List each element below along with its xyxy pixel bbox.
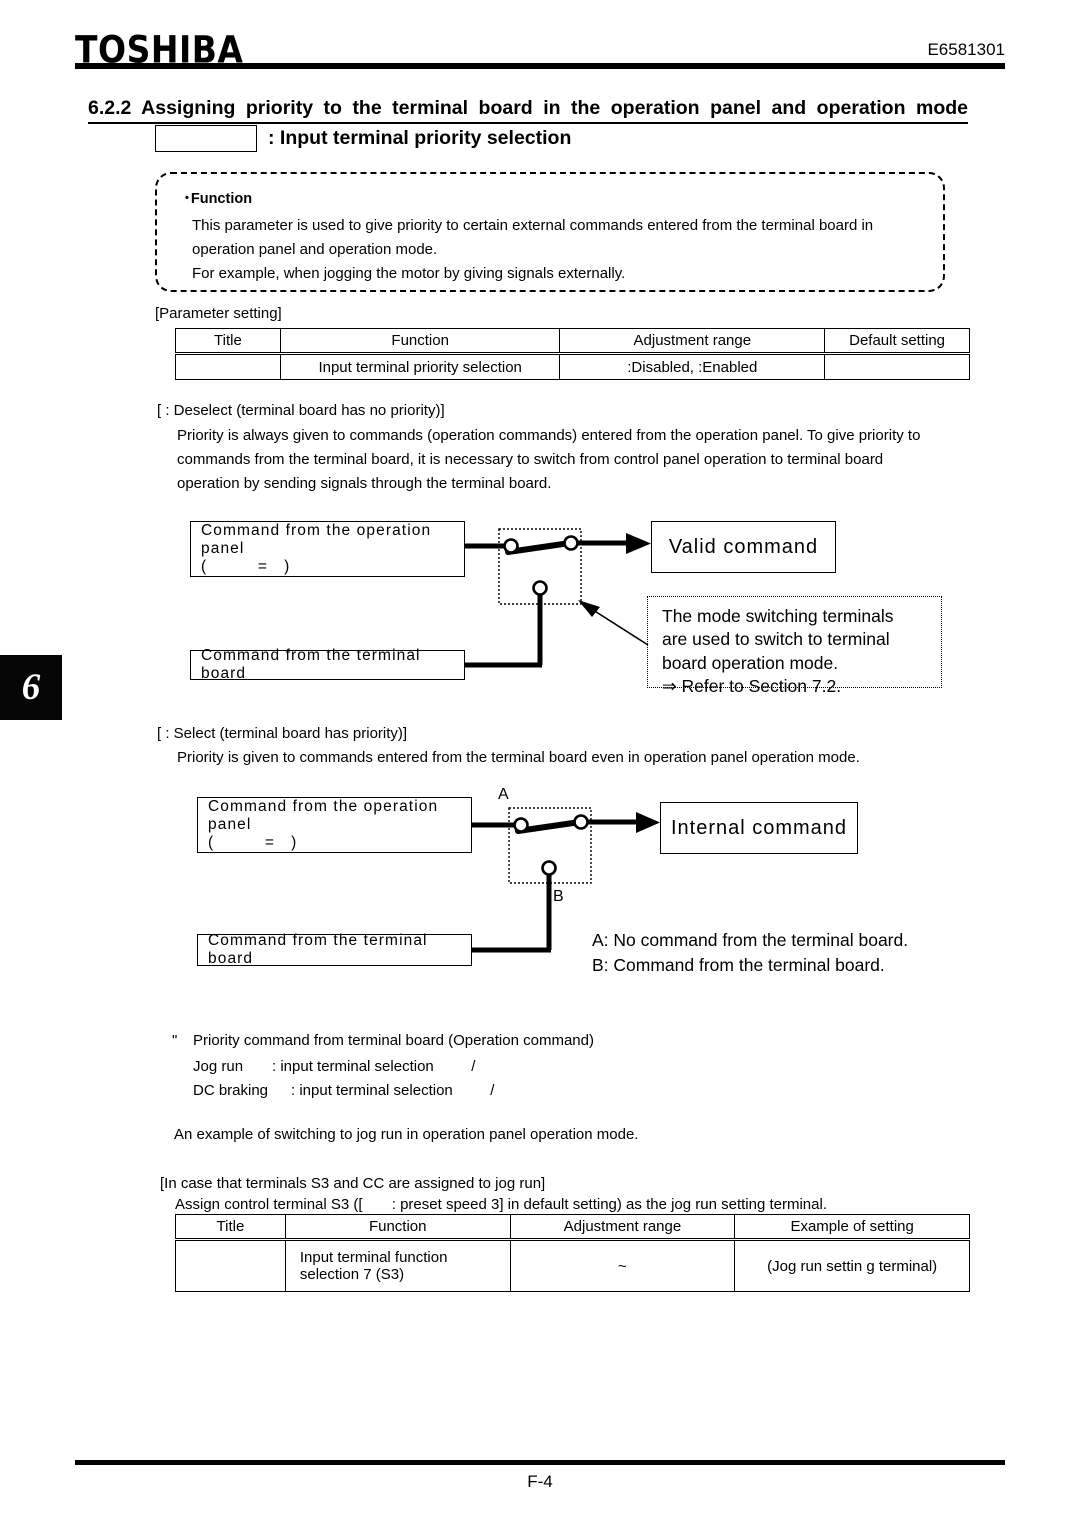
page-number: F-4 [527, 1472, 553, 1491]
deselect-heading: [ : Deselect (terminal board has no prio… [157, 402, 445, 419]
table-row: Input terminal priority selection :Disab… [175, 352, 970, 380]
switch-enclosure-1 [498, 528, 582, 605]
cell-function-line-1: Input terminal function [299, 1249, 448, 1266]
bullet-icon: • [185, 192, 189, 204]
page-header: TOSHIBA E6581301 [75, 28, 1005, 78]
note-line-4: ⇒ Refer to Section 7.2. [662, 675, 842, 696]
legend-line-a: A: No command from the terminal board. [592, 930, 909, 950]
column-header-function: Function [284, 1214, 511, 1240]
diagram1-op-panel-line-1: Command from the operation panel [201, 522, 432, 557]
diagram1-mode-switch-note: The mode switching terminals are used to… [647, 596, 942, 696]
chapter-tab: 6 [0, 655, 62, 720]
note-line-1: The mode switching terminals [662, 606, 894, 626]
diagram1-valid-command-box: Valid command [651, 521, 836, 573]
diagram2-op-panel-line-1: Command from the operation panel [208, 798, 439, 833]
parameter-setting-caption: [Parameter setting] [155, 305, 282, 322]
table-row: Input terminal function selection 7 (S3)… [175, 1238, 970, 1292]
diagram1-op-panel-line-2: ( = ) [201, 558, 290, 575]
jog-example-table: Title Function Adjustment range Example … [175, 1214, 970, 1292]
cell-default-setting [824, 352, 970, 380]
diagram2-terminal-board-box: Command from the terminal board [197, 932, 472, 967]
column-header-adjustment-range: Adjustment range [509, 1214, 736, 1240]
function-heading-label: Function [190, 191, 253, 207]
note-line-2: are used to switch to terminal [662, 629, 890, 650]
function-text-line-1: This parameter is used to give priority … [192, 217, 874, 234]
cell-adjustment-range: ~ [509, 1238, 736, 1292]
footer-rule [75, 1460, 1005, 1465]
column-header-adjustment-range: Adjustment range [559, 328, 826, 354]
diagram2-label-a: A [498, 786, 509, 803]
cell-adjustment-range: :Disabled, :Enabled [559, 352, 826, 380]
table-header-row: Title Function Adjustment range Default … [175, 328, 970, 354]
diagram2-internal-command-box: Internal command [660, 802, 858, 854]
cell-function: Input terminal priority selection [279, 352, 561, 380]
switch-enclosure-2 [508, 807, 592, 884]
diagram2-label-b: B [553, 888, 564, 905]
column-header-function: Function [279, 328, 561, 354]
diagram1-valid-command-label: Valid command [668, 535, 819, 558]
deselect-line-3: operation by sending signals through the… [177, 475, 552, 492]
function-text-line-3: For example, when jogging the motor by g… [192, 265, 626, 282]
diagram2-internal-command-label: Internal command [670, 816, 848, 839]
jog-example-instruction: Assign control terminal S3 ([ : preset s… [175, 1196, 827, 1213]
parameter-title-label: : Input terminal priority selection [268, 126, 572, 149]
parameter-setting-table: Title Function Adjustment range Default … [175, 328, 970, 380]
diagram2-op-panel-line-2: ( = ) [208, 834, 297, 851]
page-title: 6.2.2 Assigning priority to the terminal… [88, 97, 968, 124]
column-header-example-of-setting: Example of setting [734, 1214, 970, 1240]
select-line-1: Priority is given to commands entered fr… [177, 749, 860, 766]
priority-item-1-label: Jog run [193, 1058, 244, 1075]
column-header-title: Title [175, 1214, 286, 1240]
note-line-3: board operation mode. [662, 652, 839, 673]
cell-function: Input terminal function selection 7 (S3) [284, 1238, 511, 1292]
function-heading: • Function [185, 191, 252, 207]
cell-title [175, 352, 281, 380]
deselect-line-2: commands from the terminal board, it is … [177, 451, 884, 468]
diagram1-terminal-label: Command from the terminal board [201, 647, 421, 682]
deselect-line-1: Priority is always given to commands (op… [177, 427, 921, 444]
document-number: E6581301 [927, 40, 1005, 59]
cell-function-line-2: selection 7 (S3) [299, 1266, 405, 1283]
diagram2-terminal-label: Command from the terminal board [208, 932, 428, 967]
legend-line-b: B: Command from the terminal board. [592, 954, 885, 975]
function-callout-box: • Function This parameter is used to give… [155, 172, 945, 292]
diagram1-terminal-board-box: Command from the terminal board [190, 647, 465, 682]
priority-example-note: An example of switching to jog run in op… [174, 1126, 639, 1143]
header-rule [75, 63, 1005, 69]
function-text-line-2: operation panel and operation mode. [192, 241, 438, 258]
parameter-code-box [155, 124, 257, 152]
column-header-title: Title [175, 328, 281, 354]
diagram1-operation-panel-box: Command from the operation panel ( = ) [190, 521, 465, 577]
diagram2-legend: A: No command from the terminal board. B… [592, 928, 908, 977]
priority-item-2-label: DC braking [193, 1082, 269, 1099]
priority-command-marker: " [172, 1032, 178, 1049]
priority-item-1-value: : input terminal selection / [272, 1058, 476, 1075]
priority-item-2-value: : input terminal selection / [291, 1082, 495, 1099]
cell-title [175, 1238, 286, 1292]
column-header-default-setting: Default setting [824, 328, 970, 354]
parameter-title-line: : Input terminal priority selection [155, 124, 571, 152]
select-heading: [ : Select (terminal board has priority)… [157, 725, 408, 742]
priority-command-heading: Priority command from terminal board (Op… [193, 1032, 594, 1049]
jog-example-heading: [In case that terminals S3 and CC are as… [160, 1175, 546, 1192]
diagram2-operation-panel-box: Command from the operation panel ( = ) [197, 797, 472, 853]
table-header-row: Title Function Adjustment range Example … [175, 1214, 970, 1240]
cell-example-of-setting: (Jog run settin g terminal) [734, 1238, 970, 1292]
